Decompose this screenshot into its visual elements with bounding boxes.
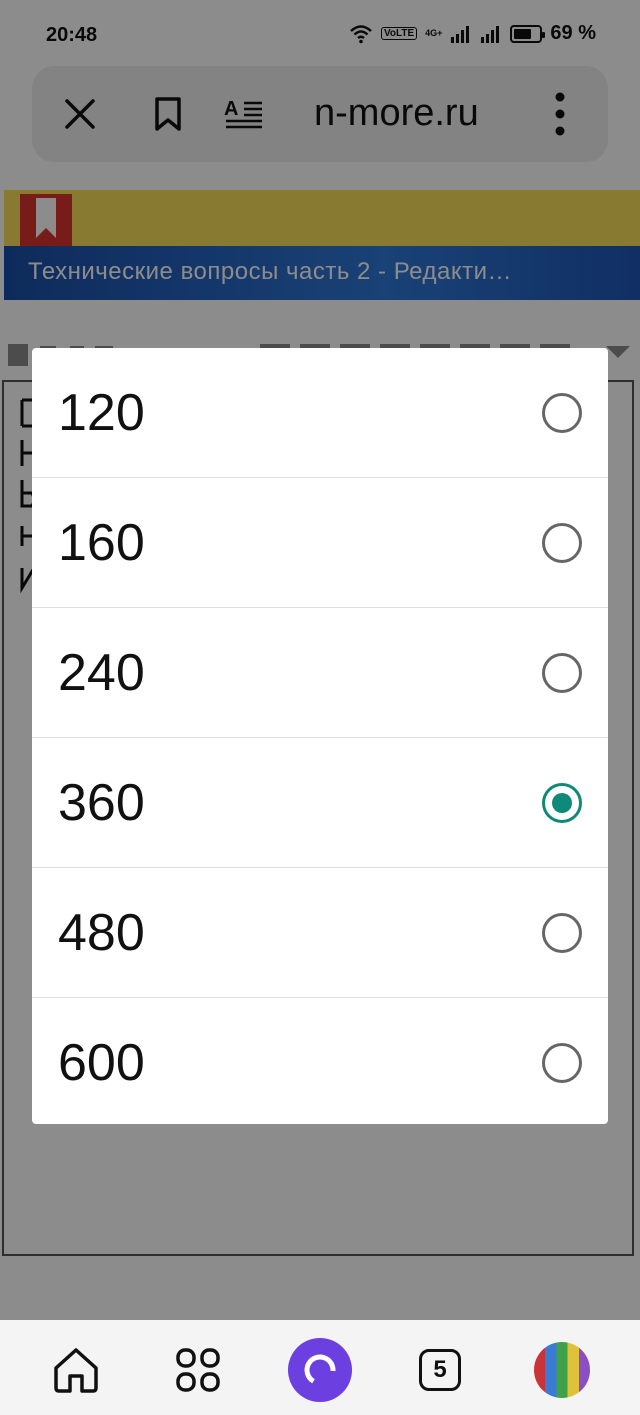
radio-unchecked-icon[interactable] <box>542 1043 582 1083</box>
option-label: 600 <box>58 1034 145 1092</box>
alice-button[interactable] <box>288 1338 352 1402</box>
radio-unchecked-icon[interactable] <box>542 392 582 433</box>
home-icon[interactable] <box>40 1334 112 1406</box>
option-item[interactable]: 240 <box>32 608 608 738</box>
profile-avatar[interactable] <box>526 1334 598 1406</box>
option-label: 120 <box>58 383 145 442</box>
tabs-icon[interactable]: 5 <box>404 1334 476 1406</box>
avatar-image <box>534 1342 590 1398</box>
radio-unchecked-icon[interactable] <box>542 522 582 563</box>
radio-checked-icon[interactable] <box>542 782 582 823</box>
tabs-count: 5 <box>419 1349 461 1391</box>
option-label: 240 <box>58 643 145 702</box>
radio-unchecked-icon[interactable] <box>542 652 582 693</box>
option-item[interactable]: 120 <box>32 348 608 478</box>
option-label: 360 <box>58 773 145 832</box>
browser-bottom-nav: 5 <box>0 1320 640 1415</box>
option-item[interactable]: 600 <box>32 998 608 1124</box>
option-item[interactable]: 360 <box>32 738 608 868</box>
option-item[interactable]: 160 <box>32 478 608 608</box>
option-label: 160 <box>58 513 145 572</box>
option-item[interactable]: 480 <box>32 868 608 998</box>
radio-unchecked-icon[interactable] <box>542 912 582 953</box>
size-selection-dialog: 120 160 240 360 480 600 <box>32 348 608 1124</box>
services-grid-icon[interactable] <box>162 1334 234 1406</box>
alice-assistant-icon[interactable] <box>284 1334 356 1406</box>
option-label: 480 <box>58 903 145 962</box>
